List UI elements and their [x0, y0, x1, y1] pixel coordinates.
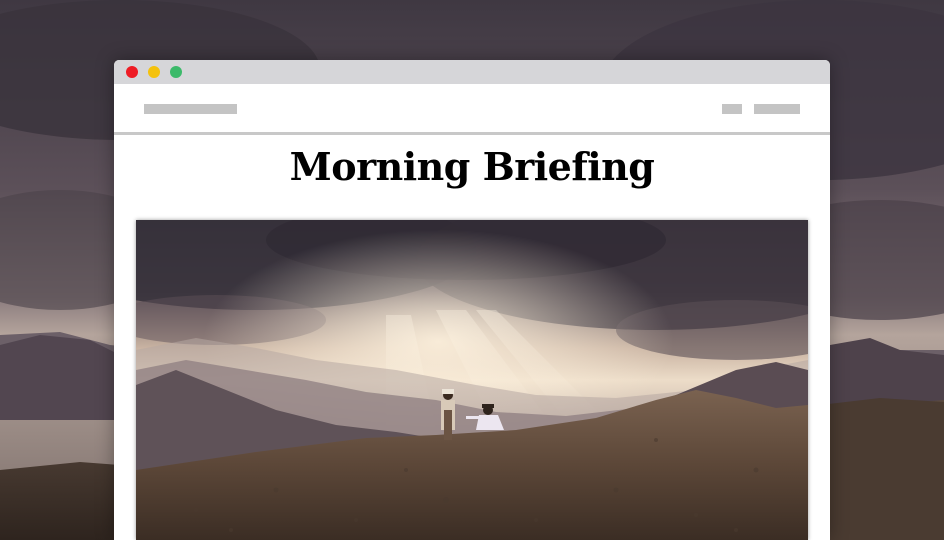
nav-link-placeholder[interactable] — [722, 104, 742, 114]
page-title: Morning Briefing — [289, 144, 655, 189]
maximize-icon[interactable] — [170, 66, 182, 78]
minimize-icon[interactable] — [148, 66, 160, 78]
close-icon[interactable] — [126, 66, 138, 78]
site-navbar — [114, 84, 830, 135]
site-logo-placeholder[interactable] — [144, 104, 237, 114]
browser-window: Morning Briefing — [114, 60, 830, 540]
article-hero-image — [136, 220, 808, 540]
nav-link-placeholder[interactable] — [754, 104, 800, 114]
browser-titlebar — [114, 60, 830, 84]
